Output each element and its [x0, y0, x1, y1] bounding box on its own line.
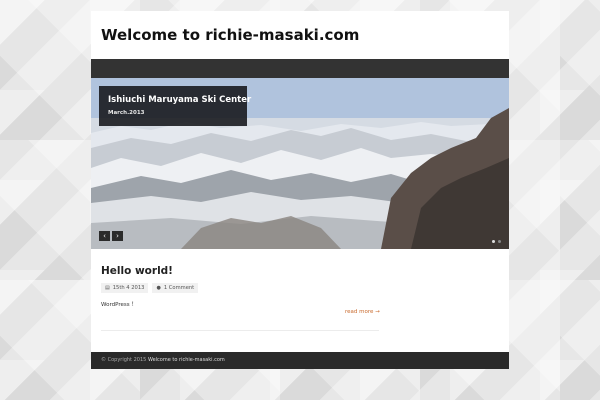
image-slider: Ishiuchi Maruyama Ski Center March.2013 … [91, 78, 509, 249]
comment-icon: ● [156, 285, 161, 291]
slider-prev-button[interactable]: ‹ [99, 231, 110, 241]
slide-caption-title: Ishiuchi Maruyama Ski Center [108, 95, 252, 105]
site-header: Welcome to richie-masaki.com [91, 11, 509, 59]
calendar-icon: ▤ [105, 285, 110, 291]
slider-dot-1[interactable] [492, 240, 495, 243]
post-divider [101, 330, 379, 331]
slide-caption: Ishiuchi Maruyama Ski Center March.2013 [99, 86, 252, 126]
post-comments-text: 1 Comment [163, 285, 195, 291]
read-more-link[interactable]: read more → [345, 309, 380, 315]
post-entry: Hello world! ▤ 15th 4 2013 ● 1 Comment W… [101, 265, 380, 315]
slide-caption-date: March.2013 [108, 110, 145, 116]
footer-copyright: © Copyright 2015 [101, 357, 147, 363]
slider-pagination [492, 240, 501, 243]
post-title-link[interactable]: Hello world! [101, 265, 379, 277]
slider-next-button[interactable]: › [112, 231, 123, 241]
site-title-link[interactable]: Welcome to richie-masaki.com [101, 26, 499, 44]
post-excerpt: WordPress ！ [101, 302, 137, 308]
page-container: Welcome to richie-masaki.com Ishiuchi Ma… [91, 11, 509, 369]
footer-site-name[interactable]: Welcome to richie-masaki.com [148, 357, 225, 363]
slider-dot-2[interactable] [498, 240, 501, 243]
main-navigation-bar [91, 59, 509, 78]
post-comments[interactable]: ● 1 Comment [152, 283, 199, 293]
post-date-text: 15th 4 2013 [112, 285, 145, 291]
post-meta: ▤ 15th 4 2013 ● 1 Comment [101, 283, 379, 293]
site-footer: © Copyright 2015 Welcome to richie-masak… [91, 352, 509, 369]
post-date[interactable]: ▤ 15th 4 2013 [101, 283, 149, 293]
